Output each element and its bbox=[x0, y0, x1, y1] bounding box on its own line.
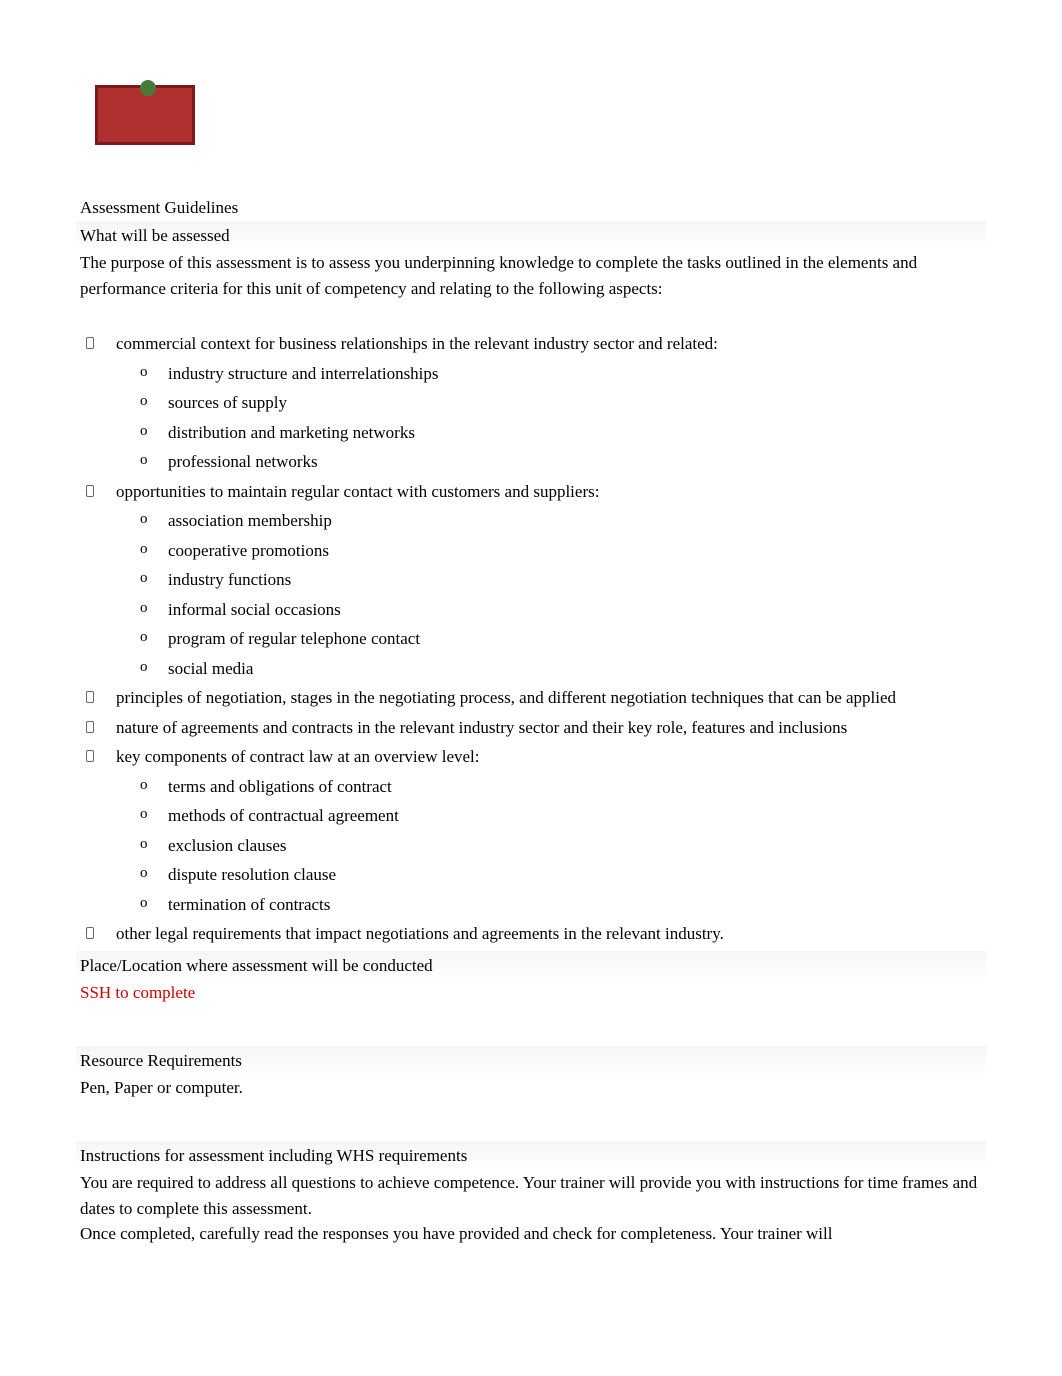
heading-instructions: Instructions for assessment including WH… bbox=[76, 1141, 986, 1171]
instructions-paragraph-1: You are required to address all question… bbox=[80, 1170, 982, 1221]
sub-bullet: distribution and marketing networks bbox=[140, 420, 982, 446]
bullet-other-legal: other legal requirements that impact neg… bbox=[80, 921, 982, 947]
ssh-to-complete-text: SSH to complete bbox=[80, 980, 982, 1006]
spacer bbox=[80, 1101, 982, 1141]
sublist: association membership cooperative promo… bbox=[116, 508, 982, 681]
bullet-contract-law: key components of contract law at an ove… bbox=[80, 744, 982, 917]
sub-bullet: exclusion clauses bbox=[140, 833, 982, 859]
spacer bbox=[80, 1006, 982, 1046]
heading-resource-requirements: Resource Requirements bbox=[76, 1046, 986, 1076]
sub-bullet: program of regular telephone contact bbox=[140, 626, 982, 652]
sub-bullet: industry structure and interrelationship… bbox=[140, 361, 982, 387]
sub-bullet: methods of contractual agreement bbox=[140, 803, 982, 829]
bullet-text: key components of contract law at an ove… bbox=[116, 747, 479, 766]
sub-bullet: terms and obligations of contract bbox=[140, 774, 982, 800]
sub-bullet: dispute resolution clause bbox=[140, 862, 982, 888]
sublist: terms and obligations of contract method… bbox=[116, 774, 982, 918]
sublist: industry structure and interrelationship… bbox=[116, 361, 982, 475]
sub-bullet: informal social occasions bbox=[140, 597, 982, 623]
sub-bullet: professional networks bbox=[140, 449, 982, 475]
sub-bullet: cooperative promotions bbox=[140, 538, 982, 564]
bullet-agreements-contracts: nature of agreements and contracts in th… bbox=[80, 715, 982, 741]
intro-text: The purpose of this assessment is to ass… bbox=[80, 250, 982, 301]
heading-assessment-guidelines: Assessment Guidelines bbox=[80, 195, 982, 221]
heading-place-location: Place/Location where assessment will be … bbox=[76, 951, 986, 981]
logo-dot bbox=[140, 80, 156, 96]
bullet-commercial-context: commercial context for business relation… bbox=[80, 331, 982, 475]
logo-image bbox=[95, 85, 195, 145]
bullet-text: commercial context for business relation… bbox=[116, 334, 718, 353]
bullet-opportunities: opportunities to maintain regular contac… bbox=[80, 479, 982, 682]
assessment-bullet-list: commercial context for business relation… bbox=[80, 331, 982, 947]
bullet-negotiation-principles: principles of negotiation, stages in the… bbox=[80, 685, 982, 711]
heading-what-will-be-assessed: What will be assessed bbox=[76, 221, 986, 251]
sub-bullet: industry functions bbox=[140, 567, 982, 593]
sub-bullet: termination of contracts bbox=[140, 892, 982, 918]
instructions-paragraph-2: Once completed, carefully read the respo… bbox=[80, 1221, 982, 1247]
sub-bullet: association membership bbox=[140, 508, 982, 534]
sub-bullet: sources of supply bbox=[140, 390, 982, 416]
logo bbox=[80, 85, 210, 185]
bullet-text: opportunities to maintain regular contac… bbox=[116, 482, 599, 501]
sub-bullet: social media bbox=[140, 656, 982, 682]
resource-text: Pen, Paper or computer. bbox=[80, 1075, 982, 1101]
